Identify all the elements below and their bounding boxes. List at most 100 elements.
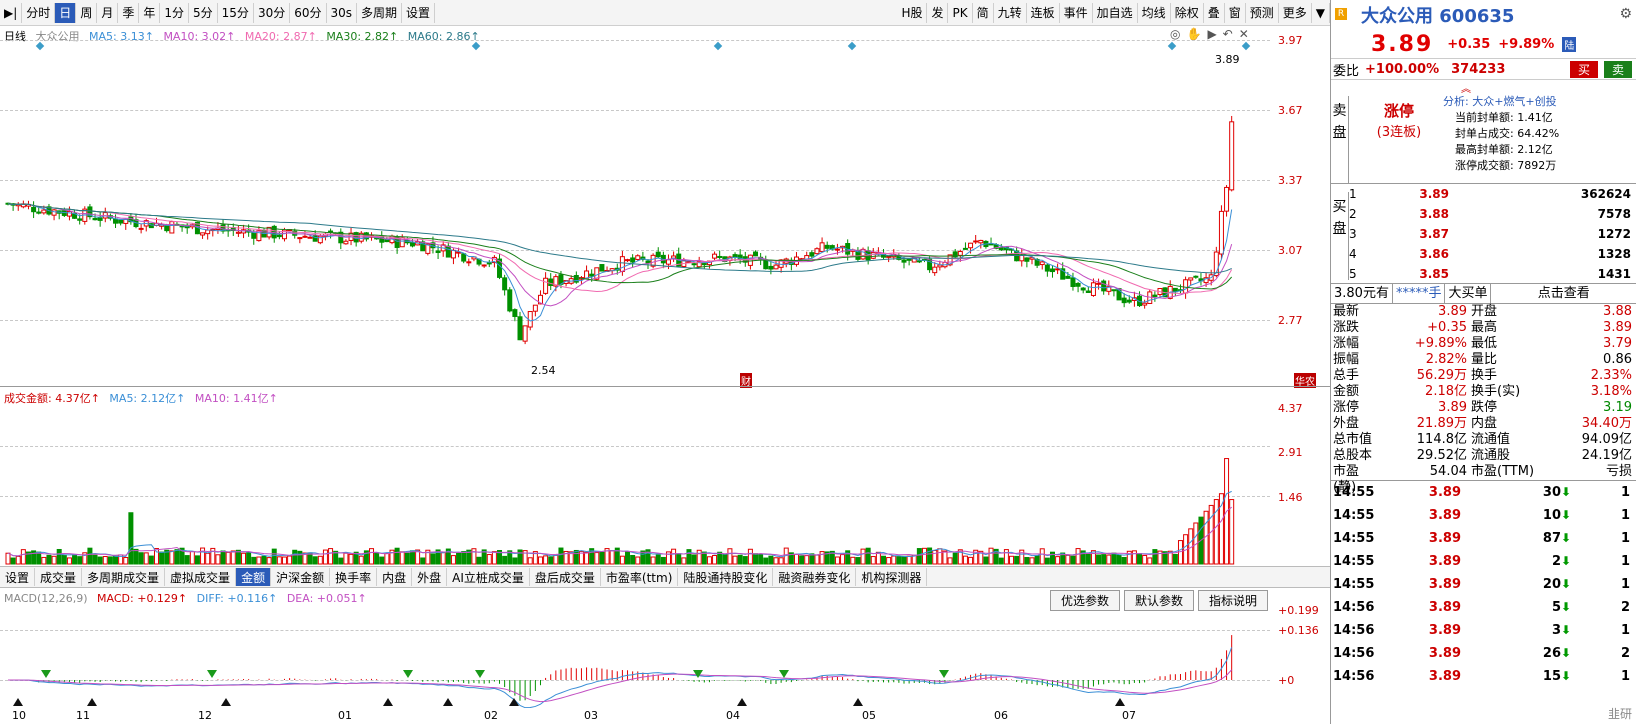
amount-bar — [409, 550, 415, 565]
toolbar-button[interactable]: 简 — [973, 2, 994, 23]
period-button[interactable]: 30分 — [254, 2, 291, 23]
eye-icon[interactable]: ◎ — [1170, 27, 1186, 41]
indicator-tab[interactable]: 虚拟成交量 — [165, 568, 237, 586]
candle — [819, 237, 825, 252]
amount-bar — [968, 556, 974, 565]
amount-bar — [543, 555, 549, 565]
toolbar-button[interactable]: 发 — [927, 2, 949, 23]
period-button[interactable]: 季 — [118, 2, 140, 23]
optimize-params-button[interactable]: 优选参数 — [1049, 590, 1120, 611]
amount-bar — [123, 557, 129, 565]
candlestick-chart[interactable] — [0, 40, 1275, 376]
candle — [118, 219, 124, 226]
last-price: 3.89 — [1371, 31, 1434, 57]
indicator-tab[interactable]: 金额 — [236, 568, 272, 586]
period-button[interactable]: 年 — [139, 2, 161, 23]
limit-title: 涨停 — [1383, 102, 1414, 120]
amount-bar-chart[interactable] — [0, 406, 1275, 566]
indicator-tab[interactable]: 多周期成交量 — [82, 568, 166, 586]
toolbar-button[interactable]: 九转 — [994, 2, 1027, 23]
amount-bar — [1106, 554, 1112, 565]
event-marker[interactable] — [847, 41, 857, 51]
period-button[interactable]: 1分 — [160, 2, 190, 23]
candle — [225, 224, 231, 237]
hand-icon[interactable]: ✋ — [1186, 27, 1207, 41]
period-button[interactable]: 5分 — [189, 2, 218, 23]
pane-tools[interactable]: ◎✋▶↶✕ — [1170, 27, 1255, 41]
expand-icon[interactable]: ▼ — [1312, 2, 1330, 23]
period-button[interactable]: 多周期 — [357, 2, 403, 23]
amount-bar — [297, 550, 303, 565]
period-button[interactable]: 15分 — [218, 2, 254, 23]
big-order-view-link[interactable]: 点击查看 — [1491, 284, 1636, 304]
panel-toggle-icon[interactable]: ▶| — [0, 2, 23, 23]
stat-label: 金额 — [1333, 384, 1360, 399]
indicator-tab[interactable]: 市盈率(ttm) — [601, 568, 679, 586]
candle — [599, 264, 605, 272]
toolbar-button[interactable]: 连板 — [1027, 2, 1060, 23]
amount-bar — [338, 557, 344, 565]
toolbar-button[interactable]: H股 — [897, 2, 928, 23]
indicator-tab[interactable]: 陆股通持股变化 — [678, 568, 774, 586]
indicator-tab[interactable]: 机构探测器 — [856, 568, 928, 586]
indicator-tab[interactable]: 换手率 — [330, 568, 378, 586]
buy-signal-icon — [443, 698, 453, 706]
tick-price: 3.89 — [1428, 600, 1461, 615]
toolbar-button[interactable]: 除权 — [1171, 2, 1204, 23]
buy-button[interactable]: 买 — [1569, 60, 1598, 78]
order-level: 3 — [1349, 227, 1357, 241]
indicator-tab[interactable]: 融资融券变化 — [773, 568, 857, 586]
toolbar-button[interactable]: 预测 — [1246, 2, 1279, 23]
last-price-marker: 3.89 — [1215, 53, 1240, 66]
limit-sub: (3连板) — [1376, 125, 1422, 140]
toolbar-button[interactable]: 窗 — [1225, 2, 1246, 23]
indicator-tab[interactable]: 盘后成交量 — [530, 568, 601, 586]
amount-bar — [169, 550, 175, 565]
toolbar-button[interactable]: PK — [948, 2, 973, 23]
period-button[interactable]: 60分 — [290, 2, 327, 23]
legend-macd-name: MACD(12,26,9) — [4, 592, 88, 605]
chart-area[interactable]: 日线 大众公用 MA5: 3.13↑ MA10: 3.02↑ MA20: 2.8… — [0, 26, 1330, 724]
candle — [962, 242, 968, 250]
analysis-line: 封单占成交: 64.42% — [1455, 127, 1560, 140]
amount-bar — [61, 554, 67, 565]
toolbar-button[interactable]: 更多 — [1279, 2, 1312, 23]
macd-chart[interactable] — [0, 610, 1275, 708]
close-icon[interactable]: ✕ — [1239, 27, 1255, 41]
gear-icon[interactable]: ⚙ — [1619, 6, 1632, 22]
amount-bar — [194, 555, 200, 565]
indicator-tab[interactable]: 成交量 — [35, 568, 83, 586]
sell-button[interactable]: 卖 — [1603, 60, 1632, 78]
period-button[interactable]: 分时 — [22, 2, 56, 23]
toolbar-button[interactable]: 加自选 — [1093, 2, 1138, 23]
indicator-tab[interactable]: 内盘 — [377, 568, 413, 586]
indicator-tab[interactable]: 设置 — [0, 568, 36, 586]
period-button[interactable]: 30s — [327, 2, 358, 23]
play-icon[interactable]: ▶ — [1207, 27, 1222, 41]
date-tick: 12 — [198, 709, 212, 722]
event-marker[interactable] — [713, 41, 723, 51]
chevron-up-icon[interactable]: ︽ — [1461, 80, 1471, 95]
period-button[interactable]: 日 — [55, 2, 77, 23]
toolbar-button[interactable]: 均线 — [1138, 2, 1171, 23]
back-icon[interactable]: ↶ — [1223, 27, 1239, 41]
amount-bar — [1014, 555, 1020, 565]
default-params-button[interactable]: 默认参数 — [1123, 590, 1194, 611]
toolbar-button[interactable]: 叠 — [1204, 2, 1225, 23]
indicator-tab[interactable]: 沪深金额 — [271, 568, 331, 586]
period-button[interactable]: 月 — [97, 2, 119, 23]
event-marker[interactable] — [1241, 41, 1251, 51]
event-marker[interactable] — [35, 41, 45, 51]
period-button[interactable]: 周 — [76, 2, 98, 23]
stat-label: 内盘 — [1471, 416, 1498, 431]
toolbar-button[interactable]: 事件 — [1060, 2, 1093, 23]
event-marker[interactable] — [471, 41, 481, 51]
period-button[interactable]: 设置 — [402, 2, 436, 23]
stat-label: 量比 — [1471, 352, 1498, 367]
indicator-tab[interactable]: AI立桩成交量 — [447, 568, 530, 586]
event-marker[interactable] — [1167, 41, 1177, 51]
candle — [1096, 278, 1102, 290]
order-volume: 7578 — [1597, 207, 1631, 221]
indicator-help-button[interactable]: 指标说明 — [1197, 590, 1268, 611]
indicator-tab[interactable]: 外盘 — [412, 568, 448, 586]
